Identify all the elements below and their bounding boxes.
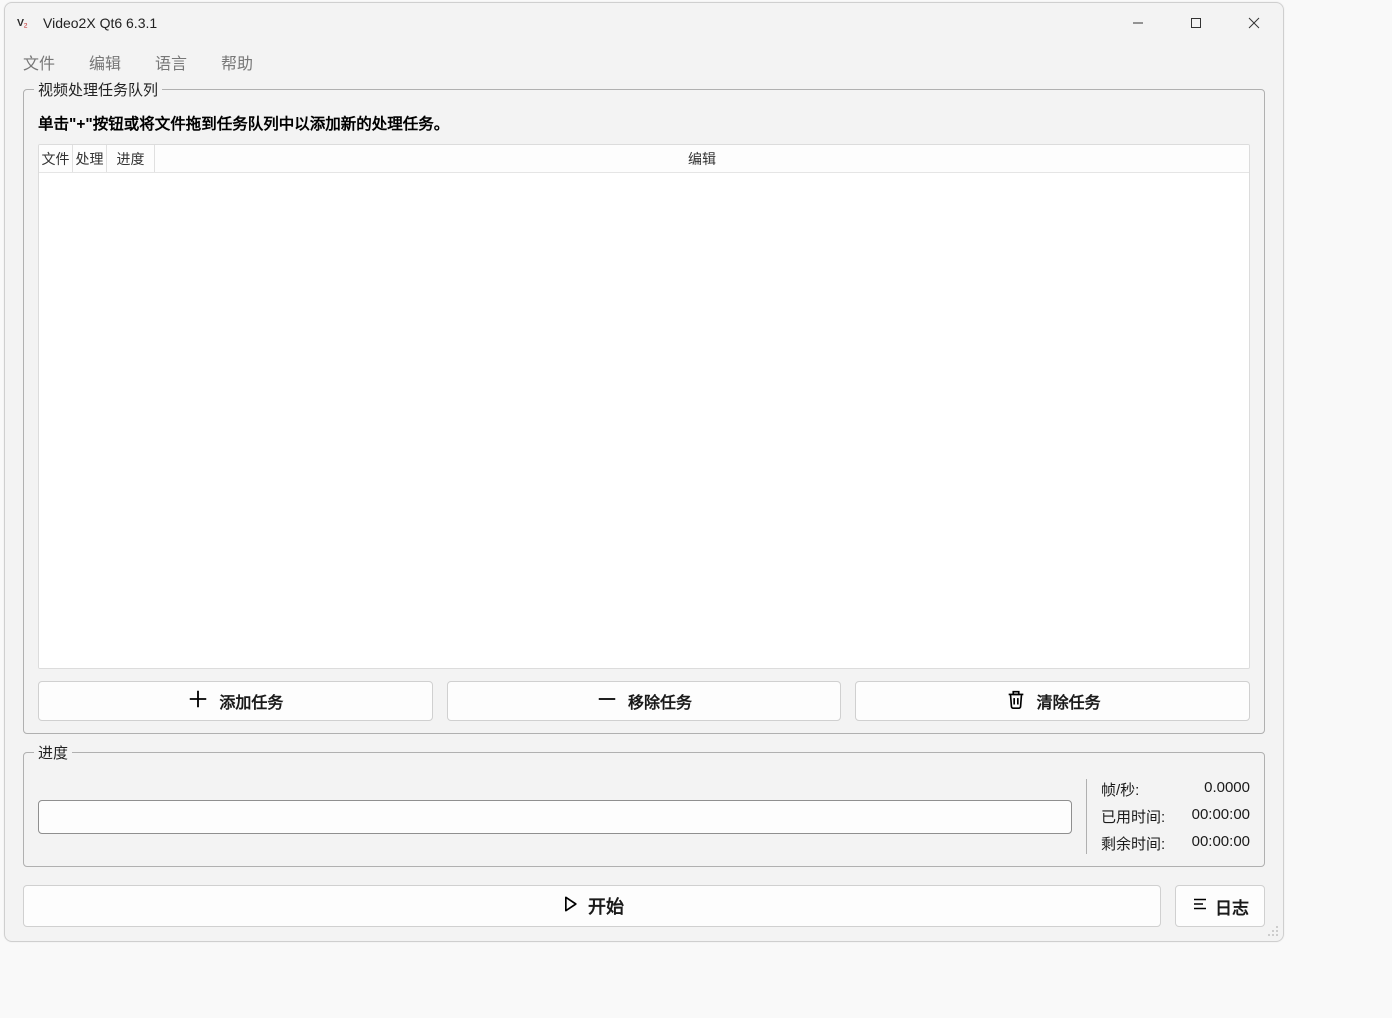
svg-text:V: V (17, 17, 24, 29)
stats-panel: 帧/秒: 0.0000 已用时间: 00:00:00 剩余时间: 00:00:0… (1086, 779, 1250, 854)
queue-buttons: 添加任务 移除任务 清除任务 (38, 681, 1250, 721)
queue-groupbox: 视频处理任务队列 单击"+"按钮或将文件拖到任务队列中以添加新的处理任务。 文件… (23, 89, 1265, 734)
progress-groupbox: 进度 帧/秒: 0.0000 已用时间: 00:00:00 剩余时间: 00:0… (23, 752, 1265, 867)
close-button[interactable] (1225, 3, 1283, 43)
col-progress[interactable]: 进度 (107, 145, 155, 172)
queue-title: 视频处理任务队列 (34, 79, 162, 100)
table-header: 文件 处理 进度 编辑 (39, 145, 1249, 173)
elapsed-value: 00:00:00 (1192, 806, 1250, 827)
stat-fps: 帧/秒: 0.0000 (1101, 779, 1250, 800)
clear-tasks-label: 清除任务 (1037, 689, 1101, 713)
remove-task-button[interactable]: 移除任务 (447, 681, 842, 721)
maximize-button[interactable] (1167, 3, 1225, 43)
remaining-label: 剩余时间: (1101, 833, 1165, 854)
menu-help[interactable]: 帮助 (221, 50, 253, 74)
play-icon (560, 894, 580, 919)
col-file[interactable]: 文件 (39, 145, 73, 172)
menu-language[interactable]: 语言 (155, 50, 187, 74)
queue-hint: 单击"+"按钮或将文件拖到任务队列中以添加新的处理任务。 (38, 112, 1250, 134)
table-body[interactable] (39, 173, 1249, 668)
col-process[interactable]: 处理 (73, 145, 107, 172)
log-button[interactable]: 日志 (1175, 885, 1265, 927)
progress-bar (38, 800, 1072, 834)
resize-grip[interactable] (1266, 924, 1280, 938)
titlebar: V2 Video2X Qt6 6.3.1 (5, 3, 1283, 43)
stat-remaining: 剩余时间: 00:00:00 (1101, 833, 1250, 854)
log-icon (1191, 895, 1209, 918)
window-title: Video2X Qt6 6.3.1 (43, 15, 157, 31)
add-task-button[interactable]: 添加任务 (38, 681, 433, 721)
start-button[interactable]: 开始 (23, 885, 1161, 927)
start-label: 开始 (588, 893, 624, 919)
elapsed-label: 已用时间: (1101, 806, 1165, 827)
minimize-button[interactable] (1109, 3, 1167, 43)
add-task-label: 添加任务 (219, 689, 283, 713)
minus-icon (596, 688, 618, 715)
fps-label: 帧/秒: (1101, 779, 1139, 800)
clear-tasks-button[interactable]: 清除任务 (855, 681, 1250, 721)
app-window: V2 Video2X Qt6 6.3.1 文件 编辑 语言 帮助 视频处理任务队… (4, 2, 1284, 942)
progress-title: 进度 (34, 742, 72, 763)
menu-file[interactable]: 文件 (23, 50, 55, 74)
col-edit[interactable]: 编辑 (155, 145, 1249, 172)
svg-text:2: 2 (24, 23, 28, 30)
trash-icon (1005, 688, 1027, 715)
stat-elapsed: 已用时间: 00:00:00 (1101, 806, 1250, 827)
remaining-value: 00:00:00 (1192, 833, 1250, 854)
log-label: 日志 (1215, 894, 1249, 919)
menu-edit[interactable]: 编辑 (89, 50, 121, 74)
remove-task-label: 移除任务 (628, 689, 692, 713)
task-table[interactable]: 文件 处理 进度 编辑 (38, 144, 1250, 669)
window-controls (1109, 3, 1283, 43)
fps-value: 0.0000 (1204, 779, 1250, 800)
app-icon: V2 (17, 14, 35, 32)
bottom-controls: 开始 日志 (23, 885, 1265, 927)
body-area: 视频处理任务队列 单击"+"按钮或将文件拖到任务队列中以添加新的处理任务。 文件… (5, 81, 1283, 941)
menubar: 文件 编辑 语言 帮助 (5, 43, 1283, 81)
plus-icon (187, 688, 209, 715)
